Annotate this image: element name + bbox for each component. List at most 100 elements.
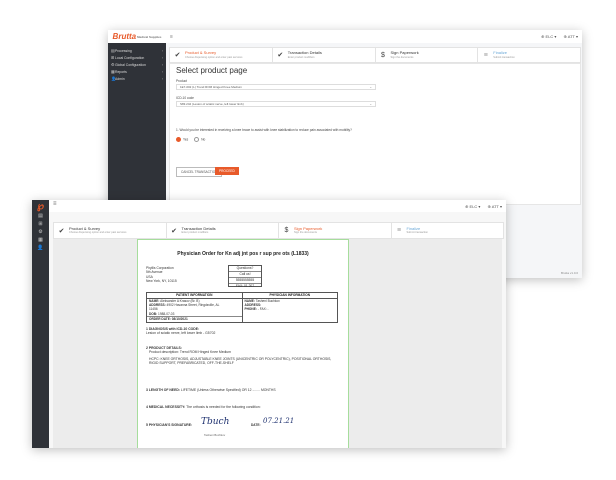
section-text: Product description: Trend ROM Hinged Kn… bbox=[149, 350, 231, 355]
step-sign-paperwork[interactable]: $ Sign Paperwork Sign the documents bbox=[376, 48, 479, 62]
sidebar-label: Local Configuration bbox=[115, 55, 145, 60]
stepper: ✔ Product & Survey Choose dispensing opti… bbox=[169, 47, 581, 63]
page-title: Select product page bbox=[176, 66, 248, 75]
medical-necessity-section: 4 MEDICAL NECESSITY: The orthosis is nee… bbox=[146, 405, 341, 409]
user-icon[interactable]: 👤 bbox=[32, 244, 49, 252]
section-text: Lesion of sciatic nerve, left lower limb… bbox=[146, 331, 216, 336]
proceed-button[interactable]: PROCEED bbox=[215, 167, 239, 175]
user-menu-att[interactable]: ⊕ ATT ▾ bbox=[487, 204, 502, 209]
dollar-icon: $ bbox=[284, 227, 289, 234]
menu-toggle-icon[interactable]: ≡ bbox=[170, 34, 173, 40]
check-icon: ✔ bbox=[174, 52, 181, 59]
sidebar-item-processing[interactable]: ▤ Processing › bbox=[108, 47, 166, 54]
row-key: PHONE: bbox=[244, 307, 257, 312]
user-menu-elc[interactable]: ⊕ ELC ▾ bbox=[465, 204, 480, 209]
row-value: - FAX: - bbox=[257, 307, 269, 312]
radio-icon bbox=[176, 137, 181, 142]
list-icon: ≡ bbox=[396, 227, 402, 234]
front-window: ℘ ▤ ⊞ ⚙ ▦ 👤 ≡ ⊕ ELC ▾ ⊕ ATT ▾ ✔ Product … bbox=[32, 200, 506, 448]
sidebar-item-admin[interactable]: 👤 Admin › bbox=[108, 75, 166, 82]
physician-info: PHYSICIAN INFORMATION NAME: Tasheni Buch… bbox=[242, 293, 338, 322]
section-title: 5 PHYSICIAN'S SIGNATURE: bbox=[146, 423, 193, 427]
step-transaction-details[interactable]: ✔ Transaction Details Enter product modif… bbox=[167, 223, 279, 238]
answer-no[interactable]: No bbox=[194, 137, 205, 142]
sidebar-label: Processing bbox=[115, 48, 132, 53]
answer-label: Yes bbox=[183, 137, 189, 142]
physician-order-document: Physician Order for Kn adj jnt pos r sup… bbox=[137, 239, 349, 448]
physician-row: PHONE: - FAX: - bbox=[243, 307, 338, 311]
grid-icon[interactable]: ⊞ bbox=[32, 220, 49, 228]
step-product-survey[interactable]: ✔ Product & Survey Choose dispensing opti… bbox=[54, 223, 167, 238]
sidebar-item-reports[interactable]: ▦ Reports › bbox=[108, 68, 166, 75]
chevron-icon: › bbox=[161, 76, 163, 81]
sidebar-item-global-configuration[interactable]: ⚙ Global Configuration › bbox=[108, 61, 166, 68]
report-icon[interactable]: ▦ bbox=[32, 236, 49, 244]
date-label: DATE: bbox=[251, 423, 261, 427]
chevron-down-icon: ⌄ bbox=[369, 102, 372, 106]
chevron-down-icon: ⌄ bbox=[369, 85, 372, 89]
user-menu-elc[interactable]: ⊕ ELC ▾ bbox=[541, 34, 556, 39]
sidebar-label: Reports bbox=[115, 69, 127, 74]
check-icon: ✔ bbox=[171, 227, 177, 235]
brand-sub: Medical Supplies bbox=[137, 34, 162, 39]
footer-version: Brutta v1.0.0 bbox=[560, 271, 578, 275]
section-text: The orthosis is needed for the following… bbox=[186, 405, 261, 409]
step-product-survey[interactable]: ✔ Product & Survey Choose dispensing opti… bbox=[170, 48, 273, 62]
info-table: PATIENT INFORMATION NAME: Aleksander A K… bbox=[146, 292, 338, 323]
document-title: Physician Order for Kn adj jnt pos r sup… bbox=[177, 251, 309, 257]
sidebar-item-local-configuration[interactable]: ⊞ Local Configuration › bbox=[108, 54, 166, 61]
step-subtitle: Submit transaction bbox=[493, 55, 515, 59]
sidebar-label: Admin bbox=[115, 76, 125, 81]
document-viewer[interactable]: Physician Order for Kn adj jnt pos r sup… bbox=[53, 239, 502, 448]
signature-section: 5 PHYSICIAN'S SIGNATURE: bbox=[146, 423, 341, 427]
step-subtitle: Submit transaction bbox=[406, 231, 428, 235]
icd-label: ICD-10 code bbox=[176, 96, 194, 100]
step-finalize[interactable]: ≡ Finalize Submit transaction bbox=[478, 48, 580, 62]
list-icon: ≡ bbox=[483, 51, 488, 59]
gear-icon[interactable]: ⚙ bbox=[32, 228, 49, 236]
section-text: LIFETIME (Unless Otherwise Specified) OR… bbox=[180, 388, 276, 392]
product-details-section: 2 PRODUCT DETAILS: Product description: … bbox=[146, 346, 341, 365]
sidebar-label: Global Configuration bbox=[115, 62, 146, 67]
dollar-icon: $ bbox=[381, 51, 385, 59]
signature-name: Tasheni Buchkov bbox=[204, 433, 226, 437]
step-subtitle: Enter product modifiers bbox=[287, 55, 315, 59]
answer-yes[interactable]: Yes bbox=[176, 137, 188, 142]
section-title: 4 MEDICAL NECESSITY: bbox=[146, 405, 186, 409]
icd-select[interactable]: S83.242 (Lesion of sciatic nerve, left l… bbox=[176, 101, 376, 107]
brand-logo-icon[interactable]: ℘ bbox=[32, 200, 49, 212]
physician-signature-image: Tbuch bbox=[201, 417, 230, 427]
survey-answers: Yes No bbox=[176, 137, 205, 142]
step-subtitle: Choose dispensing option and enter past … bbox=[69, 231, 127, 235]
product-select[interactable]: 1E7-002 (L) Trend ROM Hinged Knee Medium… bbox=[176, 84, 376, 90]
contact-box: Questions? Call us! 5555555555 FAX: 01 2… bbox=[228, 265, 262, 288]
chevron-icon: › bbox=[161, 48, 163, 53]
step-subtitle: Sign the documents bbox=[390, 55, 414, 59]
icd-select-value: S83.242 (Lesion of sciatic nerve, left l… bbox=[180, 102, 244, 106]
stepper: ✔ Product & Survey Choose dispensing opti… bbox=[53, 222, 504, 239]
step-finalize[interactable]: ≡ Finalize Submit transaction bbox=[392, 223, 504, 238]
row-value: 4902 Havanna Street, Ringdsville, AL bbox=[166, 303, 220, 308]
top-bar: Brutta Medical Supplies ≡ ⊕ ELC ▾ ⊕ ATT … bbox=[108, 30, 582, 44]
brand-logo[interactable]: Brutta Medical Supplies bbox=[108, 30, 166, 43]
processing-icon[interactable]: ▤ bbox=[32, 212, 49, 220]
menu-toggle-icon[interactable]: ≡ bbox=[53, 201, 57, 207]
check-icon: ✔ bbox=[58, 227, 65, 235]
sidebar-collapsed: ℘ ▤ ⊞ ⚙ ▦ 👤 bbox=[32, 200, 49, 448]
step-subtitle: Sign the documents bbox=[294, 231, 317, 235]
chevron-icon: › bbox=[161, 62, 163, 67]
row-value: 1988-07-03 bbox=[158, 311, 175, 316]
answer-label: No bbox=[201, 137, 206, 142]
date-value: 07.21.21 bbox=[263, 417, 295, 425]
product-select-value: 1E7-002 (L) Trend ROM Hinged Knee Medium bbox=[180, 85, 242, 89]
order-date: ORDER DATE: 08/10/2021 bbox=[147, 315, 242, 321]
step-subtitle: Choose dispensing option and enter past … bbox=[185, 55, 243, 59]
product-label: Product bbox=[176, 79, 187, 83]
brand-name: Brutta bbox=[112, 32, 137, 41]
step-transaction-details[interactable]: ✔ Transaction Details Enter product modif… bbox=[273, 48, 376, 62]
hcpc-text: HCPC: KNEE ORTHOSIS, ADJUSTABLE KNEE JOI… bbox=[149, 356, 332, 365]
company-address: Phyllis Corporation 5th Avenue USA New Y… bbox=[146, 266, 177, 284]
user-menu-att[interactable]: ⊕ ATT ▾ bbox=[563, 34, 578, 39]
step-sign-paperwork[interactable]: $ Sign Paperwork Sign the documents bbox=[279, 223, 392, 238]
length-of-need-section: 3 LENGTH OF NEED: LIFETIME (Unless Other… bbox=[146, 388, 341, 392]
